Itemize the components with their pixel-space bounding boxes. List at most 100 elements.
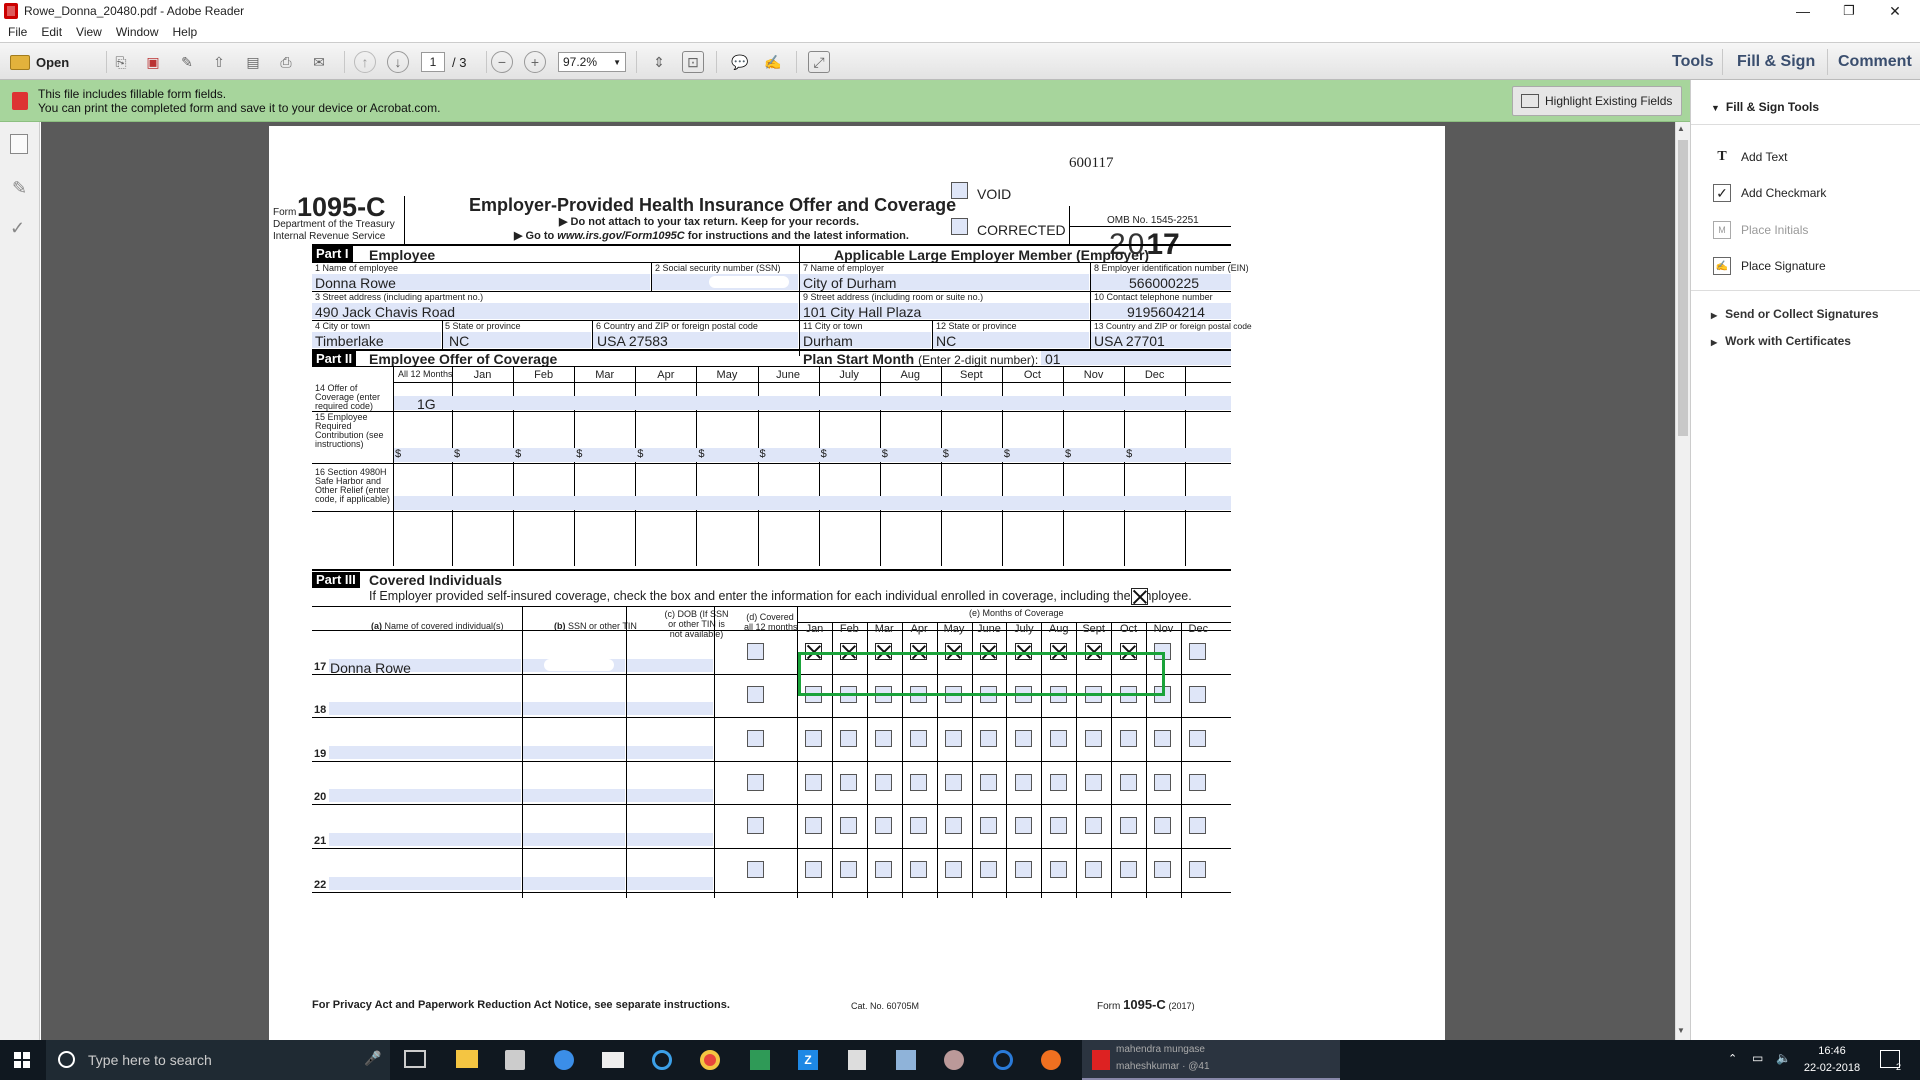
coverage-checkbox-june[interactable] bbox=[979, 730, 997, 747]
coverage-checkbox-dec[interactable] bbox=[1189, 730, 1207, 747]
covered-dob-field[interactable] bbox=[627, 745, 713, 759]
minimize-button[interactable]: — bbox=[1780, 0, 1826, 22]
highlight-existing-fields-button[interactable]: Highlight Existing Fields bbox=[1512, 86, 1682, 116]
covered-ssn-field[interactable] bbox=[523, 789, 625, 803]
coverage-checkbox-nov[interactable] bbox=[1154, 773, 1172, 791]
coverage-checkbox-nov[interactable] bbox=[1154, 730, 1172, 747]
plan-start-field[interactable] bbox=[1041, 351, 1231, 365]
covered-name-field[interactable] bbox=[329, 702, 521, 716]
covered-all12-checkbox[interactable] bbox=[746, 817, 764, 835]
coverage-checkbox-july[interactable] bbox=[1014, 773, 1032, 791]
save-icon[interactable]: ▤ bbox=[242, 51, 264, 73]
coverage-checkbox-mar[interactable] bbox=[875, 860, 893, 878]
scroll-thumb[interactable] bbox=[1678, 140, 1688, 436]
covered-name-field[interactable] bbox=[329, 789, 521, 803]
coverage-checkbox-sept[interactable] bbox=[1084, 817, 1102, 835]
pages-icon[interactable] bbox=[10, 134, 28, 154]
tab-tools[interactable]: Tools bbox=[1672, 43, 1713, 81]
open-button[interactable]: Open bbox=[10, 52, 69, 72]
signatures-icon[interactable]: ✓ bbox=[10, 218, 25, 239]
store-icon[interactable] bbox=[505, 1050, 525, 1070]
work-with-certificates[interactable]: ▶ Work with Certificates bbox=[1711, 334, 1851, 348]
coverage-checkbox-oct[interactable] bbox=[1119, 773, 1137, 791]
clock-date[interactable]: 22-02-2018 bbox=[1800, 1062, 1864, 1074]
coverage-checkbox-july[interactable] bbox=[1014, 730, 1032, 747]
attachments-icon[interactable]: ✎ bbox=[12, 178, 27, 199]
coverage-checkbox-may[interactable] bbox=[945, 817, 963, 835]
adobe-reader-taskbar-item[interactable]: mahendra mungase maheshkumar · @41 bbox=[1082, 1040, 1340, 1080]
coverage-checkbox-may[interactable] bbox=[945, 860, 963, 878]
covered-all12-checkbox[interactable] bbox=[746, 730, 764, 747]
combine-icon[interactable]: ▣ bbox=[142, 51, 164, 73]
zoom-out-icon[interactable]: − bbox=[491, 51, 513, 73]
create-pdf-icon[interactable]: ⎘ bbox=[110, 51, 132, 73]
coverage-checkbox-jan[interactable] bbox=[805, 730, 823, 747]
coverage-checkbox-oct[interactable] bbox=[1119, 730, 1137, 747]
prev-page-icon[interactable]: ↑ bbox=[354, 51, 376, 73]
print-icon[interactable]: ⎙ bbox=[275, 51, 297, 73]
coverage-checkbox-dec[interactable] bbox=[1189, 817, 1207, 835]
coverage-checkbox-dec[interactable] bbox=[1189, 642, 1207, 660]
coverage-checkbox-jan[interactable] bbox=[805, 817, 823, 835]
edge-icon[interactable] bbox=[993, 1050, 1013, 1070]
void-checkbox[interactable] bbox=[951, 182, 968, 199]
fit-width-icon[interactable]: ⊡ bbox=[682, 51, 704, 73]
coverage-checkbox-may[interactable] bbox=[945, 730, 963, 747]
add-text-button[interactable]: T Add Text bbox=[1713, 148, 1787, 166]
coverage-checkbox-aug[interactable] bbox=[1049, 773, 1067, 791]
fit-page-icon[interactable]: ⇕ bbox=[648, 51, 670, 73]
notes-icon[interactable] bbox=[896, 1050, 916, 1070]
firefox-icon[interactable] bbox=[1041, 1050, 1061, 1070]
coverage-checkbox-sept[interactable] bbox=[1084, 860, 1102, 878]
menu-help[interactable]: Help bbox=[173, 25, 198, 39]
coverage-checkbox-aug[interactable] bbox=[1049, 817, 1067, 835]
excel-like-icon[interactable] bbox=[750, 1050, 770, 1070]
tab-comment[interactable]: Comment bbox=[1838, 43, 1912, 81]
coverage-checkbox-aug[interactable] bbox=[1049, 730, 1067, 747]
menu-view[interactable]: View bbox=[76, 25, 102, 39]
place-initials-button[interactable]: M Place Initials bbox=[1713, 221, 1808, 239]
fill-sign-tools-header[interactable]: ▼ Fill & Sign Tools bbox=[1711, 100, 1819, 114]
zoom-in-icon[interactable]: + bbox=[524, 51, 546, 73]
close-button[interactable]: ✕ bbox=[1872, 0, 1918, 22]
covered-dob-field[interactable] bbox=[627, 702, 713, 716]
corrected-checkbox[interactable] bbox=[951, 218, 968, 235]
coverage-checkbox-jan[interactable] bbox=[805, 773, 823, 791]
coverage-checkbox-apr[interactable] bbox=[910, 860, 928, 878]
coverage-checkbox-june[interactable] bbox=[979, 817, 997, 835]
coverage-checkbox-june[interactable] bbox=[979, 773, 997, 791]
coverage-checkbox-may[interactable] bbox=[945, 773, 963, 791]
coverage-checkbox-mar[interactable] bbox=[875, 773, 893, 791]
covered-name-field[interactable] bbox=[329, 745, 521, 759]
coverage-checkbox-oct[interactable] bbox=[1119, 860, 1137, 878]
covered-all12-checkbox[interactable] bbox=[746, 773, 764, 791]
taskbar-search-box[interactable]: Type here to search 🎤 bbox=[46, 1040, 390, 1080]
calculator-icon[interactable] bbox=[848, 1050, 866, 1070]
next-page-icon[interactable]: ↓ bbox=[387, 51, 409, 73]
covered-ssn-field[interactable] bbox=[523, 833, 625, 846]
coverage-checkbox-sept[interactable] bbox=[1084, 730, 1102, 747]
covered-all12-checkbox[interactable] bbox=[746, 860, 764, 878]
page-number-input[interactable]: 1 bbox=[421, 52, 445, 72]
covered-all12-checkbox[interactable] bbox=[746, 686, 764, 704]
scroll-down-icon[interactable]: ▼ bbox=[1677, 1026, 1685, 1035]
windows-start-icon[interactable] bbox=[14, 1052, 30, 1068]
send-collect-signatures[interactable]: ▶ Send or Collect Signatures bbox=[1711, 307, 1879, 321]
comment-icon[interactable]: 💬 bbox=[729, 51, 751, 73]
self-insured-checkbox[interactable] bbox=[1131, 588, 1148, 605]
coverage-checkbox-july[interactable] bbox=[1014, 817, 1032, 835]
covered-all12-checkbox[interactable] bbox=[746, 642, 764, 660]
menu-edit[interactable]: Edit bbox=[41, 25, 62, 39]
coverage-checkbox-apr[interactable] bbox=[910, 817, 928, 835]
photos-icon[interactable] bbox=[944, 1050, 964, 1070]
tray-chevron-icon[interactable]: ⌃ bbox=[1728, 1052, 1737, 1065]
coverage-checkbox-apr[interactable] bbox=[910, 730, 928, 747]
coverage-checkbox-mar[interactable] bbox=[875, 817, 893, 835]
vertical-scrollbar[interactable]: ▲ ▼ bbox=[1675, 122, 1690, 1040]
edit-icon[interactable]: ✎ bbox=[176, 51, 198, 73]
add-checkmark-button[interactable]: ✓ Add Checkmark bbox=[1713, 184, 1826, 202]
coverage-checkbox-oct[interactable] bbox=[1119, 817, 1137, 835]
clock-time[interactable]: 16:46 bbox=[1806, 1045, 1858, 1057]
coverage-checkbox-nov[interactable] bbox=[1154, 860, 1172, 878]
menu-file[interactable]: File bbox=[8, 25, 27, 39]
